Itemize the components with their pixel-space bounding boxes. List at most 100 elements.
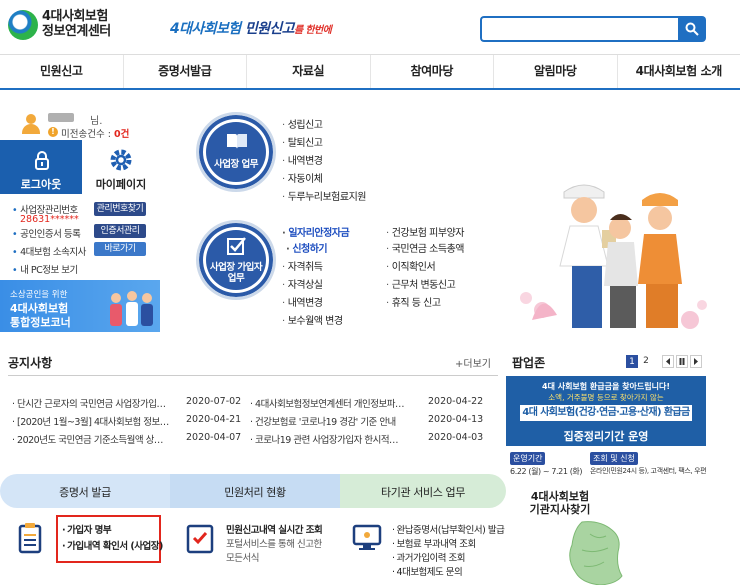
member-work-circle[interactable]: 사업장 가입자 업무 [196, 220, 276, 300]
biz-number-value: 28631****** [20, 214, 79, 225]
tab-certificate[interactable]: 증명서 발급 [0, 474, 170, 508]
notice-divider [8, 375, 498, 376]
refund-banner-line3: 4대 사회보험(건강·연금·고용·산재) 환급금 [520, 405, 692, 421]
lock-icon [35, 151, 49, 170]
menu-acquire-qualification[interactable]: 자격취득 [282, 258, 323, 273]
notice-item-5-title[interactable]: 2020년도 국민연금 기준소득월액 상… [17, 435, 163, 446]
banner-line3: 통합정보코너 [10, 316, 71, 329]
logout-button[interactable]: 로그아웃 [0, 140, 82, 194]
notice-item-2-date: 2020-04-22 [428, 396, 484, 407]
search-input[interactable] [480, 16, 678, 42]
notice-item-2[interactable]: · 4대사회보험정보연계센터 개인정보파… [250, 396, 404, 410]
member-work-label-2: 업무 [227, 273, 245, 284]
notice-item-1-title[interactable]: 단시간 근로자의 국민연금 사업장가입… [17, 399, 166, 410]
other-past-join-history[interactable]: 과거가입이력 조회 [392, 550, 466, 564]
popup-page-2[interactable]: 2 [640, 355, 652, 368]
nav-item-library[interactable]: 자료실 [247, 55, 371, 88]
notice-item-4-title[interactable]: 건강보험료 '코로나19 경감' 기준 안내 [255, 417, 396, 428]
menu-leave-report[interactable]: 휴직 등 신고 [386, 294, 441, 309]
menu-job-change-cert[interactable]: 이직확인서 [386, 258, 436, 273]
notice-item-3-date: 2020-04-21 [186, 414, 242, 425]
notice-item-4[interactable]: · 건강보험료 '코로나19 경감' 기준 안내 [250, 414, 396, 428]
branch-finder-title[interactable]: 4대사회보험 기관지사찾기 [520, 490, 600, 516]
menu-workplace-change[interactable]: 근무처 변동신고 [386, 276, 456, 291]
nav-item-participation[interactable]: 참여마당 [371, 55, 494, 88]
logo-mark[interactable] [8, 10, 38, 40]
other-premium-history[interactable]: 보험료 부과내역 조회 [392, 536, 477, 550]
menu-lose-qualification[interactable]: 자격상실 [282, 276, 323, 291]
menu-salary-change[interactable]: 보수월액 변경 [282, 312, 343, 327]
nav-item-about[interactable]: 4대사회보험 소개 [618, 55, 740, 88]
menu-member-change[interactable]: 내역변경 [282, 294, 323, 309]
branch-link[interactable]: 4대보험 소속지사 [12, 244, 86, 258]
search-button[interactable] [678, 16, 706, 42]
branch-go-button[interactable]: 바로가기 [94, 242, 146, 256]
refund-banner-line2: 소액, 거주불명 등으로 찾아가지 않는 [548, 393, 664, 402]
other-payment-cert[interactable]: 완납증명서(납부확인서) 발급 [392, 522, 505, 536]
menu-durunuri-support[interactable]: 두루누리보험료지원 [282, 188, 367, 203]
cert-join-history[interactable]: 가입내역 확인서 (사업장) [62, 538, 163, 552]
notice-item-3-title[interactable]: [2020년 1월~3월] 4대사회보험 정보… [17, 417, 169, 428]
small-business-banner[interactable]: 소상공인을 위한 4대사회보험 통합정보코너 [0, 280, 160, 332]
refund-popup-banner[interactable]: 4대 사회보험 환급금을 찾아드립니다! 소액, 거주불명 등으로 찾아가지 않… [506, 376, 706, 446]
slogan-part1: 4대사회보험 [170, 21, 241, 37]
nav-item-notice[interactable]: 알림마당 [494, 55, 618, 88]
tab-civil-status[interactable]: 민원처리 현황 [170, 474, 340, 508]
menu-health-dependent[interactable]: 건강보험 피부양자 [386, 224, 465, 239]
mypage-button[interactable]: 마이페이지 [82, 140, 160, 194]
apply-text: 온라인(민원24시 등), 고객센터, 팩스, 우편 [590, 467, 707, 475]
notice-item-4-date: 2020-04-13 [428, 414, 484, 425]
notice-item-3[interactable]: · [2020년 1월~3월] 4대사회보험 정보… [12, 414, 169, 428]
civil-realtime-title[interactable]: 민원신고내역 실시간 조회 [226, 522, 323, 536]
notice-item-5[interactable]: · 2020년도 국민연금 기준소득월액 상… [12, 432, 163, 446]
book-icon [227, 134, 247, 149]
menu-withdraw-report[interactable]: 탈퇴신고 [282, 134, 323, 149]
cert-manage-button[interactable]: 인증서관리 [94, 224, 146, 238]
monitor-icon [352, 524, 382, 550]
tab-civil-label: 민원처리 현황 [224, 486, 286, 499]
notice-more-link[interactable]: +더보기 [455, 355, 491, 370]
pending-count-value: 0건 [113, 129, 130, 140]
nav-item-civil[interactable]: 민원신고 [0, 55, 124, 88]
popup-page-1[interactable]: 1 [626, 355, 638, 368]
clipboard-icon [18, 523, 42, 554]
popup-prev-button[interactable] [662, 355, 674, 368]
notice-item-6[interactable]: · 코로나19 관련 사업장가입자 한시적… [250, 432, 399, 446]
cert-register-link[interactable]: 공인인증서 등록 [12, 226, 81, 240]
triangle-right-icon [694, 358, 698, 365]
pc-info-link[interactable]: 내 PC정보 보기 [12, 262, 78, 276]
people-illustration-icon [110, 291, 153, 326]
menu-auto-transfer[interactable]: 자동이체 [282, 170, 323, 185]
notice-item-6-date: 2020-04-03 [428, 432, 484, 443]
slogan-part3: 를 한번에 [293, 25, 332, 36]
notice-item-6-title[interactable]: 코로나19 관련 사업장가입자 한시적… [255, 435, 399, 446]
checkbox-icon [227, 237, 246, 255]
pause-icon [679, 358, 685, 365]
banner-line1: 소상공인을 위한 [10, 290, 68, 300]
user-avatar-icon [22, 114, 40, 134]
pending-label: 미전송건수 : [61, 129, 114, 140]
biz-work-circle[interactable]: 사업장 업무 [196, 112, 276, 192]
menu-pension-income[interactable]: 국민연금 소득총액 [386, 240, 465, 255]
menu-job-stability-fund[interactable]: 일자리안정자금 [282, 224, 349, 239]
tab-other-service[interactable]: 타기관 서비스 업무 [340, 474, 506, 508]
member-work-label-1: 사업장 가입자 [209, 262, 263, 273]
menu-apply[interactable]: 신청하기 [286, 240, 327, 255]
menu-establish-report[interactable]: 성립신고 [282, 116, 323, 131]
search-icon [685, 22, 699, 36]
cert-member-list[interactable]: 가입자 명부 [62, 522, 112, 536]
find-biz-number-button[interactable]: 관리번호찾기 [94, 202, 146, 216]
slogan: 4대사회보험 민원신고를 한번에 [170, 18, 332, 38]
nav-item-certificate[interactable]: 증명서발급 [124, 55, 247, 88]
popup-pause-button[interactable] [676, 355, 688, 368]
other-system-inquiry[interactable]: 4대보험제도 문의 [392, 564, 463, 578]
logo-title[interactable]: 4대사회보험 [42, 10, 108, 24]
popup-next-button[interactable] [690, 355, 702, 368]
popup-zone-title: 팝업존 [512, 356, 546, 370]
menu-change-details[interactable]: 내역변경 [282, 152, 323, 167]
korea-map-icon[interactable] [560, 520, 640, 585]
logo-subtitle[interactable]: 정보연계센터 [42, 25, 111, 39]
slogan-part2: 민원신고 [244, 21, 295, 37]
notice-item-2-title[interactable]: 4대사회보험정보연계센터 개인정보파… [255, 399, 404, 410]
notice-item-1[interactable]: · 단시간 근로자의 국민연금 사업장가입… [12, 396, 166, 410]
